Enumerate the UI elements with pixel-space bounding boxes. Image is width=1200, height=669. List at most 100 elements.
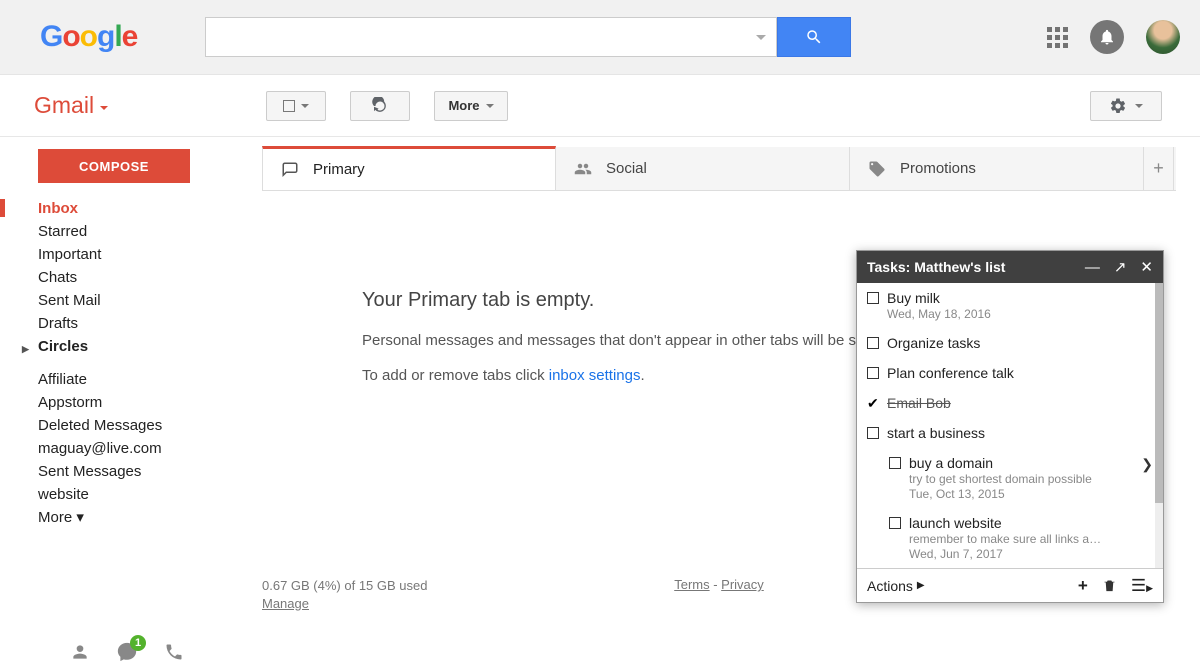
task-date: Wed, May 18, 2016: [887, 307, 1153, 322]
scrollbar[interactable]: [1155, 283, 1163, 568]
people-icon: [574, 160, 592, 178]
chevron-right-icon[interactable]: ❯: [1141, 456, 1153, 473]
task-checkbox[interactable]: [867, 292, 879, 304]
sidebar-item[interactable]: maguay@live.com: [38, 437, 238, 460]
refresh-button[interactable]: [350, 91, 410, 121]
sidebar-item[interactable]: Sent Mail: [38, 289, 238, 312]
manage-storage-link[interactable]: Manage: [262, 596, 309, 611]
sidebar-item[interactable]: Inbox: [38, 197, 238, 220]
tab-label: Promotions: [900, 160, 976, 177]
tab-social[interactable]: Social: [556, 147, 850, 190]
add-task-icon[interactable]: +: [1078, 576, 1088, 596]
compose-button[interactable]: COMPOSE: [38, 149, 190, 183]
task-item[interactable]: start a business: [857, 418, 1163, 448]
refresh-icon: [371, 97, 389, 115]
task-item[interactable]: Buy milkWed, May 18, 2016: [857, 283, 1163, 328]
actions-label: Actions: [867, 578, 913, 594]
sidebar-item[interactable]: website: [38, 483, 238, 506]
tab-primary[interactable]: Primary: [262, 146, 556, 190]
tab-add[interactable]: +: [1144, 147, 1174, 190]
apps-grid-icon[interactable]: [1047, 27, 1068, 48]
gear-icon: [1109, 97, 1127, 115]
list-icon[interactable]: ☰▶: [1131, 576, 1153, 596]
task-checkbox[interactable]: [867, 397, 879, 409]
popout-icon[interactable]: ↗: [1114, 258, 1127, 276]
tasks-footer: Actions ▶ + ☰▶: [857, 568, 1163, 602]
phone-icon[interactable]: [164, 642, 184, 662]
minimize-icon[interactable]: —: [1085, 259, 1100, 276]
task-note: try to get shortest domain possible: [909, 472, 1153, 487]
tasks-footer-icons: + ☰▶: [1078, 576, 1153, 596]
search-button[interactable]: [777, 17, 851, 57]
caret-down-icon: [301, 104, 309, 108]
caret-down-icon: [1135, 104, 1143, 108]
task-title: Organize tasks: [887, 334, 1153, 352]
task-note: remember to make sure all links a…: [909, 532, 1153, 547]
empty-line2-post: .: [640, 367, 644, 384]
gmail-brand[interactable]: Gmail: [0, 92, 238, 119]
task-checkbox[interactable]: [867, 427, 879, 439]
sidebar-item[interactable]: Sent Messages: [38, 460, 238, 483]
account-avatar[interactable]: [1146, 20, 1180, 54]
close-icon[interactable]: ✕: [1140, 258, 1153, 276]
more-button[interactable]: More: [434, 91, 508, 121]
tasks-window-controls: — ↗ ✕: [1085, 258, 1153, 276]
sidebar-item[interactable]: Drafts: [38, 312, 238, 335]
task-checkbox[interactable]: [867, 367, 879, 379]
task-title: start a business: [887, 424, 1153, 442]
sidebar-item[interactable]: Appstorm: [38, 391, 238, 414]
notifications-button[interactable]: [1090, 20, 1124, 54]
tasks-list: Buy milkWed, May 18, 2016 Organize tasks P…: [857, 283, 1163, 568]
inbox-icon: [281, 161, 299, 179]
task-item[interactable]: Plan conference talk: [857, 358, 1163, 388]
privacy-link[interactable]: Privacy: [721, 577, 764, 592]
task-checkbox[interactable]: [889, 457, 901, 469]
select-all-button[interactable]: [266, 91, 326, 121]
nav-list: InboxStarredImportantChatsSent MailDraft…: [0, 197, 238, 529]
search-icon: [805, 28, 823, 46]
task-item[interactable]: launch websiteremember to make sure all …: [857, 508, 1163, 568]
sidebar-item[interactable]: More ▾: [38, 506, 238, 529]
sidebar-item[interactable]: Affiliate: [38, 368, 238, 391]
terms-link[interactable]: Terms: [674, 577, 709, 592]
google-logo[interactable]: Google: [40, 20, 137, 54]
caret-down-icon: [486, 104, 494, 108]
app-header: Google: [0, 0, 1200, 75]
header-right: [1047, 20, 1180, 54]
task-title: launch website: [909, 514, 1153, 532]
tasks-header: Tasks: Matthew's list — ↗ ✕: [857, 251, 1163, 283]
chat-footer: 1: [70, 641, 184, 663]
task-checkbox[interactable]: [867, 337, 879, 349]
sidebar-item[interactable]: Starred: [38, 220, 238, 243]
tab-label: Primary: [313, 161, 365, 178]
empty-line2-pre: To add or remove tabs click: [362, 367, 549, 384]
sidebar: COMPOSE InboxStarredImportantChatsSent M…: [0, 137, 238, 669]
task-item[interactable]: buy a domain❯try to get shortest domain …: [857, 448, 1163, 508]
sidebar-item[interactable]: Important: [38, 243, 238, 266]
settings-button[interactable]: [1090, 91, 1162, 121]
sidebar-item[interactable]: Chats: [38, 266, 238, 289]
more-label: More: [448, 98, 479, 113]
task-date: Wed, Jun 7, 2017: [909, 547, 1153, 562]
sidebar-item[interactable]: Deleted Messages: [38, 414, 238, 437]
tasks-pane: Tasks: Matthew's list — ↗ ✕ Buy milkWed,…: [856, 250, 1164, 603]
task-checkbox[interactable]: [889, 517, 901, 529]
person-icon[interactable]: [70, 642, 90, 662]
tag-icon: [868, 160, 886, 178]
task-title: Plan conference talk: [887, 364, 1153, 382]
search-input[interactable]: [216, 18, 766, 56]
trash-icon[interactable]: [1102, 578, 1117, 593]
checkbox-icon: [283, 100, 295, 112]
tab-promotions[interactable]: Promotions: [850, 147, 1144, 190]
gmail-brand-label: Gmail: [34, 92, 94, 119]
task-item[interactable]: Email Bob: [857, 388, 1163, 418]
search-options-caret-icon[interactable]: [756, 35, 766, 40]
sidebar-item[interactable]: Circles: [38, 335, 238, 358]
inbox-settings-link[interactable]: inbox settings: [549, 367, 641, 384]
hangouts-button[interactable]: 1: [116, 641, 138, 663]
chevron-down-icon: [100, 106, 108, 110]
task-title: buy a domain: [909, 454, 1153, 472]
task-item[interactable]: Organize tasks: [857, 328, 1163, 358]
footer-links: Terms - Privacy: [674, 577, 764, 592]
tasks-actions-button[interactable]: Actions ▶: [867, 578, 925, 594]
